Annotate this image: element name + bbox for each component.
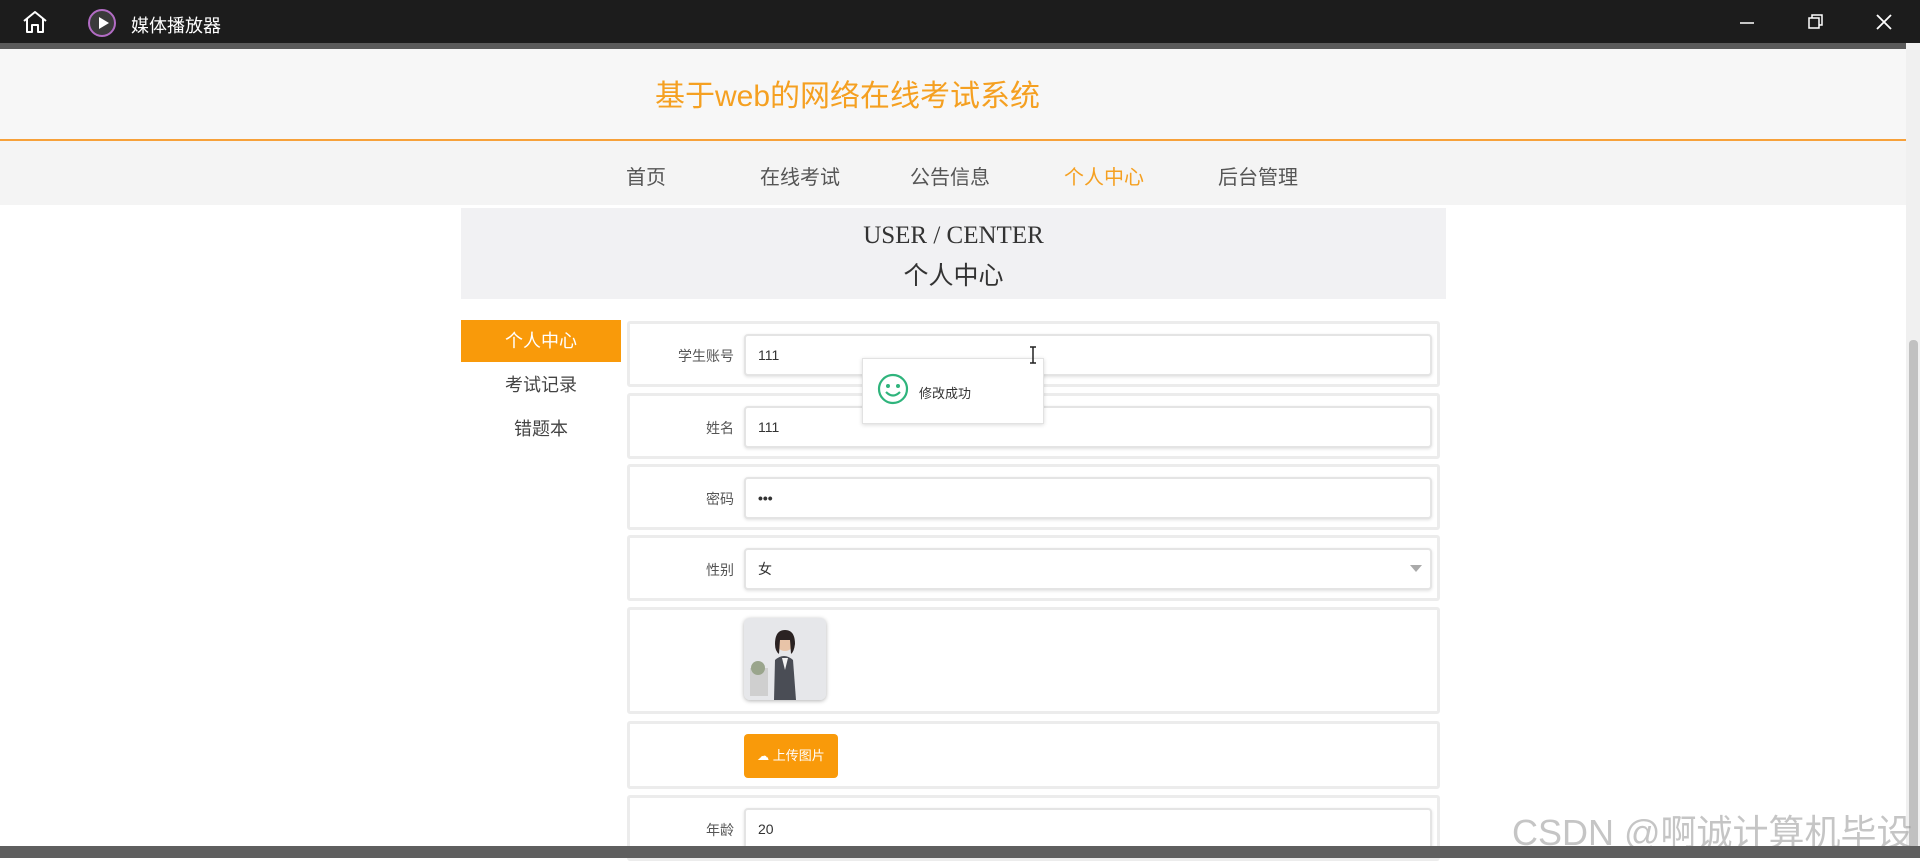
gender-value: 女 bbox=[758, 561, 772, 577]
restore-icon[interactable] bbox=[1800, 8, 1830, 36]
banner-title-cn: 个人中心 bbox=[903, 263, 1004, 290]
form-row-gender: 性别 女 bbox=[627, 535, 1440, 601]
smile-icon bbox=[877, 373, 909, 405]
name-input[interactable]: 111 bbox=[744, 406, 1432, 448]
window-title-bar: 媒体播放器 bbox=[0, 0, 1920, 43]
password-label: 密码 bbox=[706, 491, 734, 507]
page-banner: USER / CENTER 个人中心 bbox=[461, 208, 1446, 299]
nav-item-user-center[interactable]: 个人中心 bbox=[1064, 161, 1144, 190]
age-input[interactable]: 20 bbox=[744, 808, 1432, 850]
nav-item-admin[interactable]: 后台管理 bbox=[1218, 161, 1298, 190]
side-menu: 个人中心 考试记录 错题本 bbox=[461, 320, 621, 858]
nav-item-announcements[interactable]: 公告信息 bbox=[910, 161, 990, 190]
main-nav: 首页 在线考试 公告信息 个人中心 后台管理 bbox=[0, 141, 1906, 205]
banner-title-en: USER / CENTER bbox=[863, 222, 1044, 249]
home-icon[interactable] bbox=[20, 9, 50, 35]
toast-message: 修改成功 bbox=[919, 386, 972, 401]
site-title: 基于web的网络在线考试系统 bbox=[655, 80, 1041, 113]
avatar-image[interactable] bbox=[744, 618, 826, 700]
gender-select[interactable]: 女 bbox=[744, 548, 1432, 590]
minimize-icon[interactable] bbox=[1732, 8, 1762, 36]
gender-label: 性别 bbox=[706, 562, 734, 578]
form-row-upload: ☁ 上传图片 bbox=[627, 721, 1440, 789]
side-item-user-center[interactable]: 个人中心 bbox=[461, 320, 621, 362]
scrollbar-thumb[interactable] bbox=[1909, 340, 1918, 849]
account-label: 学生账号 bbox=[678, 348, 734, 364]
bottom-bar bbox=[0, 846, 1920, 858]
vertical-scrollbar[interactable] bbox=[1906, 43, 1920, 849]
close-icon[interactable] bbox=[1869, 8, 1899, 36]
side-item-exam-records[interactable]: 考试记录 bbox=[461, 364, 621, 406]
success-toast: 修改成功 bbox=[862, 358, 1044, 424]
form-row-avatar bbox=[627, 607, 1440, 714]
text-cursor-icon bbox=[1030, 346, 1036, 364]
account-input[interactable]: 111 bbox=[744, 334, 1432, 376]
side-item-wrong-questions[interactable]: 错题本 bbox=[461, 408, 621, 450]
window-title: 媒体播放器 bbox=[131, 16, 221, 36]
media-player-logo-icon bbox=[88, 9, 116, 37]
nav-item-online-exam[interactable]: 在线考试 bbox=[760, 161, 840, 190]
chevron-down-icon bbox=[1410, 565, 1422, 572]
password-input[interactable]: ••• bbox=[744, 477, 1432, 519]
age-label: 年龄 bbox=[706, 822, 734, 838]
cloud-upload-icon: ☁ bbox=[757, 749, 770, 763]
upload-button-label: 上传图片 bbox=[772, 748, 825, 763]
site-header: 基于web的网络在线考试系统 bbox=[0, 49, 1906, 141]
upload-image-button[interactable]: ☁ 上传图片 bbox=[744, 734, 838, 778]
form-row-password: 密码 ••• bbox=[627, 464, 1440, 530]
avatar-photo bbox=[744, 618, 826, 700]
name-label: 姓名 bbox=[706, 420, 734, 436]
nav-item-home[interactable]: 首页 bbox=[626, 161, 666, 190]
